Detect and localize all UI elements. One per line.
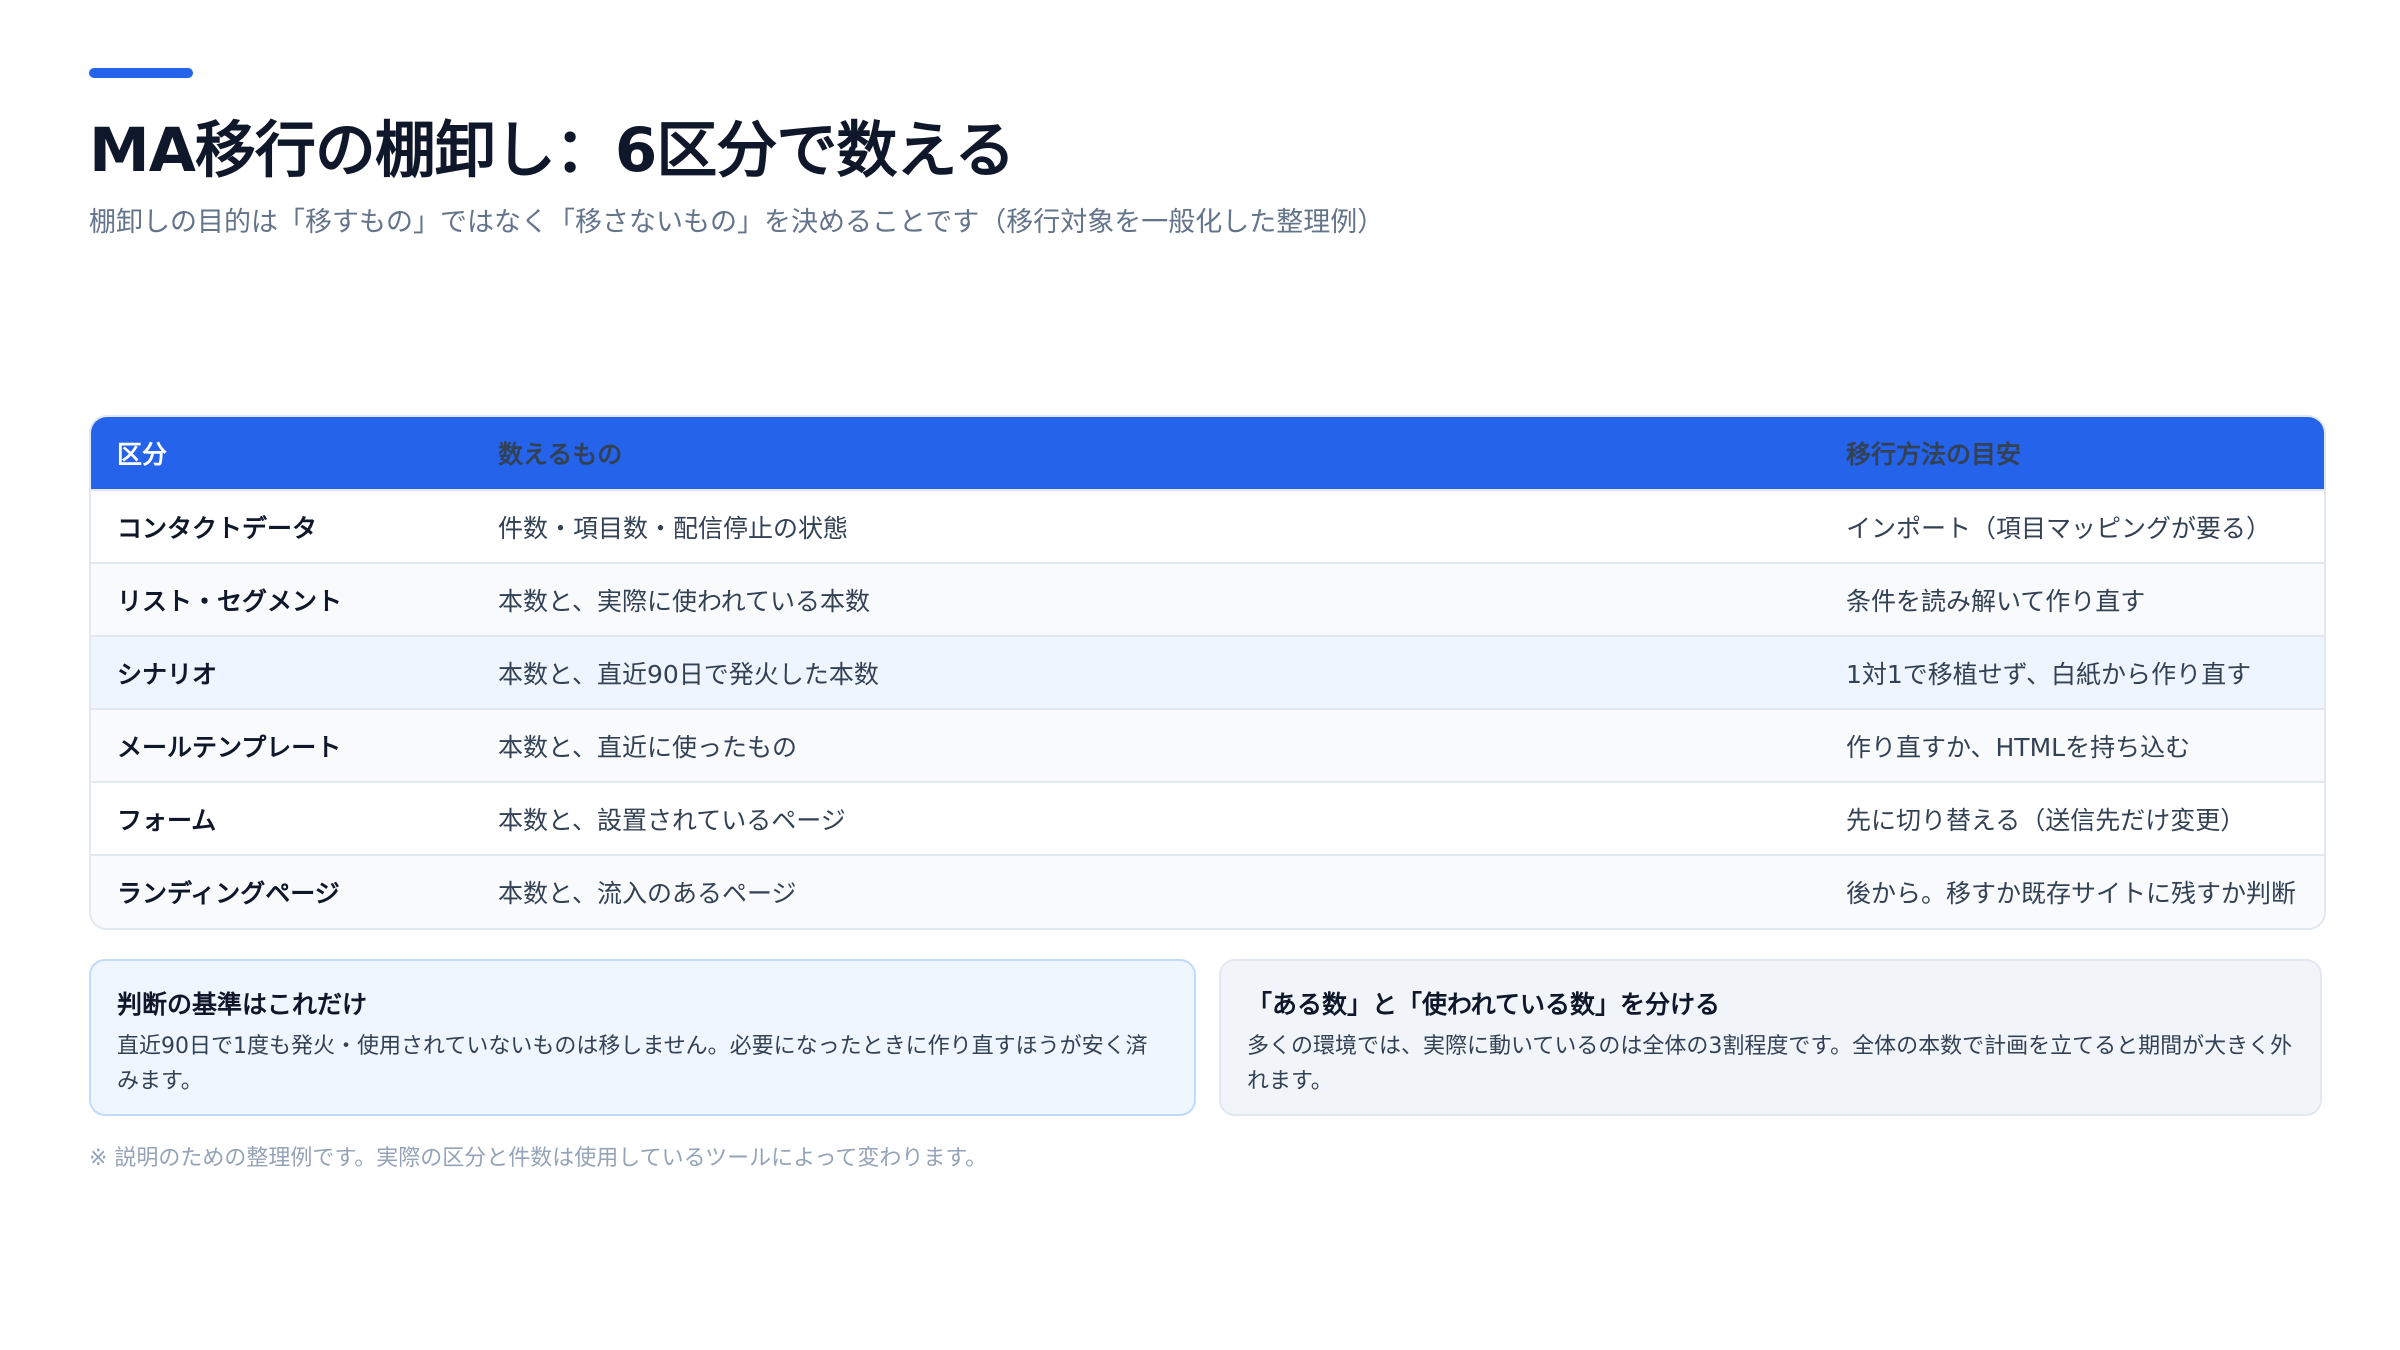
count-note-body: 多くの環境では、実際に動いているのは全体の3割程度です。全体の本数で計画を立てる…: [1247, 1034, 2293, 1094]
row-category: ランディングページ: [117, 879, 340, 908]
row-category: リスト・セグメント: [117, 586, 343, 616]
row-category: フォーム: [117, 805, 217, 835]
row-method: 1対1で移植せず、白紙から作り直す: [1846, 659, 2252, 689]
table-row: フォーム 本数と、設置されているページ 先に切り替える（送信先だけ変更）: [91, 782, 2324, 855]
slide: MA移行の棚卸し：6区分で数える 棚卸しの目的は「移すもの」ではなく「移さないも…: [0, 0, 2400, 1350]
inventory-table: 区分 数えるもの 移行方法の目安 コンタクトデータ 件数・項目数・配信停止の状態…: [89, 415, 2326, 930]
row-method: 先に切り替える（送信先だけ変更）: [1846, 805, 2246, 835]
row-method: 作り直すか、HTMLを持ち込む: [1846, 732, 2191, 762]
column-header-category: 区分: [117, 440, 168, 469]
table-row: リスト・セグメント 本数と、実際に使われている本数 条件を読み解いて作り直す: [91, 563, 2324, 636]
row-method: 後から。移すか既存サイトに残すか判断: [1846, 879, 2297, 908]
table-row: シナリオ 本数と、直近90日で発火した本数 1対1で移植せず、白紙から作り直す: [91, 636, 2324, 709]
row-count: 本数と、設置されているページ: [498, 805, 846, 835]
row-count: 本数と、実際に使われている本数: [498, 586, 871, 616]
row-count: 本数と、直近90日で発火した本数: [498, 659, 879, 689]
criteria-note-body: 直近90日で1度も発火・使用されていないものは移しません。必要になったときに作り…: [117, 1034, 1148, 1094]
row-count: 件数・項目数・配信停止の状態: [498, 513, 849, 543]
criteria-note: 判断の基準はこれだけ 直近90日で1度も発火・使用されていないものは移しません。…: [89, 959, 1196, 1116]
table-row: コンタクトデータ 件数・項目数・配信停止の状態 インポート（項目マッピングが要る…: [91, 490, 2324, 563]
count-note: 「ある数」と「使われている数」を分ける 多くの環境では、実際に動いているのは全体…: [1219, 959, 2322, 1116]
table-header-row: 区分 数えるもの 移行方法の目安: [91, 417, 2324, 490]
column-header-method: 移行方法の目安: [1846, 440, 2022, 469]
page-title: MA移行の棚卸し：6区分で数える: [89, 115, 1016, 186]
row-count: 本数と、直近に使ったもの: [498, 732, 798, 762]
footnote: ※ 説明のための整理例です。実際の区分と件数は使用しているツールによって変わりま…: [89, 1146, 988, 1171]
count-note-title: 「ある数」と「使われている数」を分ける: [1247, 990, 1721, 1019]
row-method: インポート（項目マッピングが要る）: [1846, 513, 2272, 543]
page-subtitle: 棚卸しの目的は「移すもの」ではなく「移さないもの」を決めることです（移行対象を一…: [89, 207, 1385, 238]
table-row: ランディングページ 本数と、流入のあるページ 後から。移すか既存サイトに残すか判…: [91, 855, 2324, 928]
criteria-note-title: 判断の基準はこれだけ: [117, 990, 368, 1019]
accent-bar: [89, 68, 193, 78]
table-row: メールテンプレート 本数と、直近に使ったもの 作り直すか、HTMLを持ち込む: [91, 709, 2324, 782]
row-category: コンタクトデータ: [117, 513, 318, 543]
row-category: メールテンプレート: [117, 732, 342, 762]
column-header-count: 数えるもの: [498, 440, 623, 469]
row-count: 本数と、流入のあるページ: [498, 879, 797, 908]
row-method: 条件を読み解いて作り直す: [1846, 586, 2146, 616]
row-category: シナリオ: [117, 659, 218, 689]
